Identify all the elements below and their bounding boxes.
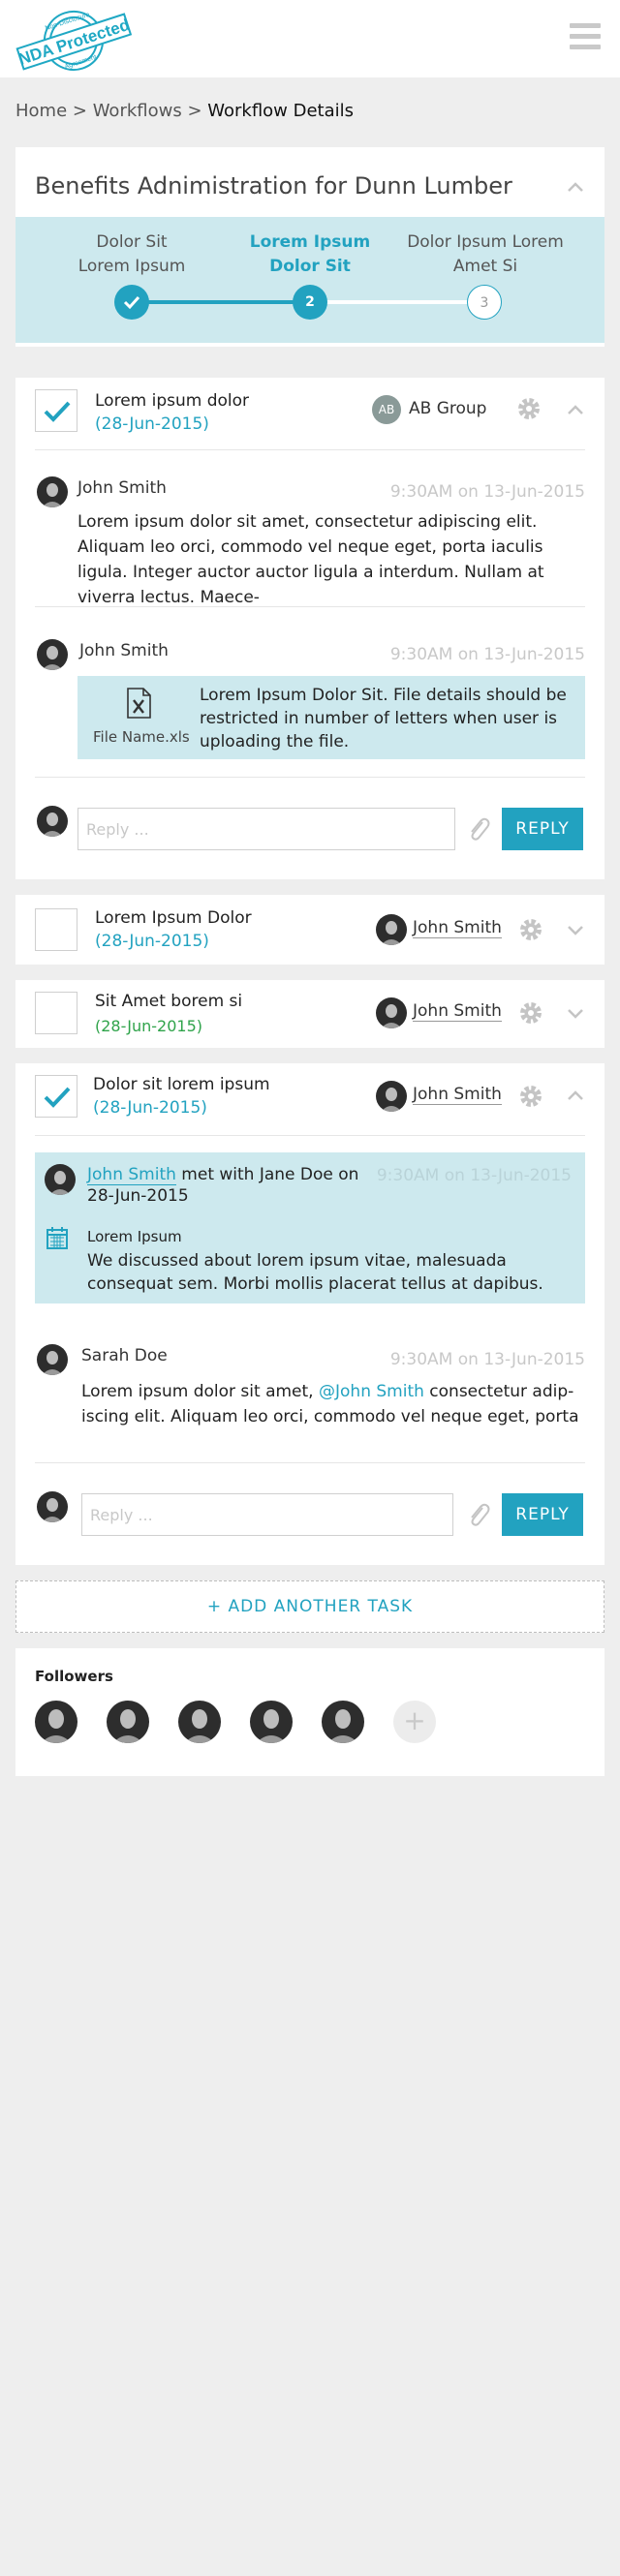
comment-author[interactable]: Sarah Doe <box>81 1346 168 1365</box>
gear-icon[interactable] <box>517 999 544 1027</box>
task-card: Lorem ipsum dolor (28-Jun-2015) AB AB Gr… <box>16 378 604 879</box>
reply-button[interactable]: REPLY <box>502 1493 583 1536</box>
reply-input[interactable] <box>78 808 455 850</box>
gear-icon[interactable] <box>515 395 542 422</box>
followers-card: Followers + <box>16 1648 604 1776</box>
divider <box>35 777 585 778</box>
reply-button[interactable]: REPLY <box>502 808 583 850</box>
follower-avatar[interactable] <box>35 1701 78 1743</box>
avatar <box>376 1081 407 1112</box>
task-date: (28-Jun-2015) <box>93 1098 207 1118</box>
excel-file-icon <box>127 688 151 719</box>
file-name[interactable]: File Name.xls <box>93 728 190 746</box>
assignee-name[interactable]: John Smith <box>413 918 502 938</box>
chevron-up-icon[interactable] <box>568 182 583 192</box>
chevron-down-icon[interactable] <box>568 1009 583 1019</box>
step-1-label[interactable]: Dolor Sit Lorem Ipsum <box>45 230 219 279</box>
meeting-summary: John Smith met with Jane Doe on 28-Jun-2… <box>87 1165 359 1206</box>
assignee-badge: AB <box>372 395 401 424</box>
nda-protected-logo: NDA Protected Non-Disclosure Agreement <box>16 11 132 71</box>
breadcrumb-separator: > <box>67 101 93 121</box>
step-3-label[interactable]: Dolor Ipsum Lorem Amet Si <box>398 230 573 279</box>
meeting-description: We discussed about lorem ipsum vitae, ma… <box>87 1251 543 1294</box>
mention-link[interactable]: @John Smith <box>319 1382 424 1401</box>
task-title[interactable]: Lorem Ipsum Dolor <box>95 908 252 928</box>
hamburger-menu-icon[interactable] <box>570 23 601 52</box>
calendar-icon <box>46 1227 68 1249</box>
task-date: (28-Jun-2015) <box>95 414 209 434</box>
comment-author[interactable]: John Smith <box>78 478 167 498</box>
top-bar: NDA Protected Non-Disclosure Agreement <box>0 0 620 77</box>
meeting-entry: John Smith met with Jane Doe on 28-Jun-2… <box>35 1152 585 1303</box>
comment-body: Lorem ipsum dolor sit amet, consectetur … <box>78 512 544 607</box>
reply-input[interactable] <box>81 1493 453 1536</box>
task-title[interactable]: Lorem ipsum dolor <box>95 391 249 411</box>
task-checkbox[interactable] <box>35 908 78 951</box>
breadcrumb: Home > Workflows > Workflow Details <box>16 101 354 121</box>
breadcrumb-home[interactable]: Home <box>16 101 67 121</box>
follower-avatar[interactable] <box>250 1701 293 1743</box>
step-2-label[interactable]: Lorem Ipsum Dolor Sit <box>223 230 397 279</box>
meeting-subject: Lorem Ipsum <box>87 1228 182 1245</box>
follower-avatar[interactable] <box>107 1701 149 1743</box>
step-3-marker[interactable]: 3 <box>467 285 502 320</box>
chevron-up-icon[interactable] <box>568 405 583 414</box>
comment-time: 9:30AM on 13-Jun-2015 <box>389 645 585 664</box>
divider <box>35 1135 585 1136</box>
task-card: Dolor sit lorem ipsum (28-Jun-2015) John… <box>16 1063 604 1565</box>
follower-avatar[interactable] <box>322 1701 364 1743</box>
paperclip-icon[interactable] <box>467 815 490 843</box>
avatar <box>45 1164 76 1195</box>
step-connector-done <box>132 300 310 304</box>
breadcrumb-current: Workflow Details <box>207 101 355 121</box>
paperclip-icon[interactable] <box>467 1501 490 1528</box>
follower-avatar[interactable] <box>178 1701 221 1743</box>
assignee-name[interactable]: AB Group <box>409 399 486 418</box>
workflow-title: Benefits Adnimistration for Dunn Lumber <box>35 172 512 199</box>
task-checkbox[interactable] <box>35 1075 78 1118</box>
step-2-marker[interactable]: 2 <box>293 285 327 320</box>
task-checkbox[interactable] <box>35 992 78 1034</box>
task-card: Lorem Ipsum Dolor (28-Jun-2015) John Smi… <box>16 895 604 965</box>
chevron-down-icon[interactable] <box>568 926 583 935</box>
followers-title: Followers <box>35 1668 113 1685</box>
avatar <box>37 1344 68 1375</box>
divider <box>35 449 585 450</box>
task-date: (28-Jun-2015) <box>95 932 209 951</box>
comment-time: 9:30AM on 13-Jun-2015 <box>389 1350 585 1369</box>
avatar <box>37 639 68 670</box>
divider <box>35 1462 585 1463</box>
task-card: Sit Amet borem si (28-Jun-2015) John Smi… <box>16 980 604 1048</box>
task-title[interactable]: Sit Amet borem si <box>95 992 242 1011</box>
avatar <box>376 914 407 945</box>
task-checkbox[interactable] <box>35 389 78 432</box>
gear-icon[interactable] <box>517 1083 544 1110</box>
file-attachment[interactable]: File Name.xls Lorem Ipsum Dolor Sit. Fil… <box>78 676 585 759</box>
step-connector-todo <box>310 300 484 304</box>
breadcrumb-workflows[interactable]: Workflows <box>93 101 182 121</box>
step-1-check-icon[interactable] <box>114 285 149 320</box>
comment-author[interactable]: John Smith <box>79 641 169 660</box>
breadcrumb-separator: > <box>181 101 208 121</box>
divider <box>35 606 585 607</box>
task-title[interactable]: Dolor sit lorem ipsum <box>93 1075 270 1094</box>
workflow-card: Benefits Adnimistration for Dunn Lumber … <box>16 147 604 347</box>
avatar <box>37 1491 68 1522</box>
chevron-up-icon[interactable] <box>568 1090 583 1100</box>
workflow-steps: Dolor Sit Lorem Ipsum Lorem Ipsum Dolor Si… <box>16 217 604 343</box>
task-date: (28-Jun-2015) <box>95 1017 202 1035</box>
meeting-organizer[interactable]: John Smith <box>87 1165 176 1185</box>
assignee-name[interactable]: John Smith <box>413 1001 502 1022</box>
file-description: Lorem Ipsum Dolor Sit. File details shou… <box>200 686 567 751</box>
comment-time: 9:30AM on 13-Jun-2015 <box>389 482 585 502</box>
assignee-name[interactable]: John Smith <box>413 1085 502 1105</box>
gear-icon[interactable] <box>517 916 544 943</box>
comment-body: Lorem ipsum dolor sit amet, @John Smith … <box>81 1382 579 1426</box>
avatar <box>37 476 68 507</box>
add-follower-button[interactable]: + <box>393 1701 436 1743</box>
avatar <box>376 997 407 1028</box>
add-another-task-button[interactable]: + ADD ANOTHER TASK <box>16 1580 604 1633</box>
avatar <box>37 806 68 837</box>
meeting-time: 9:30AM on 13-Jun-2015 <box>376 1166 572 1185</box>
